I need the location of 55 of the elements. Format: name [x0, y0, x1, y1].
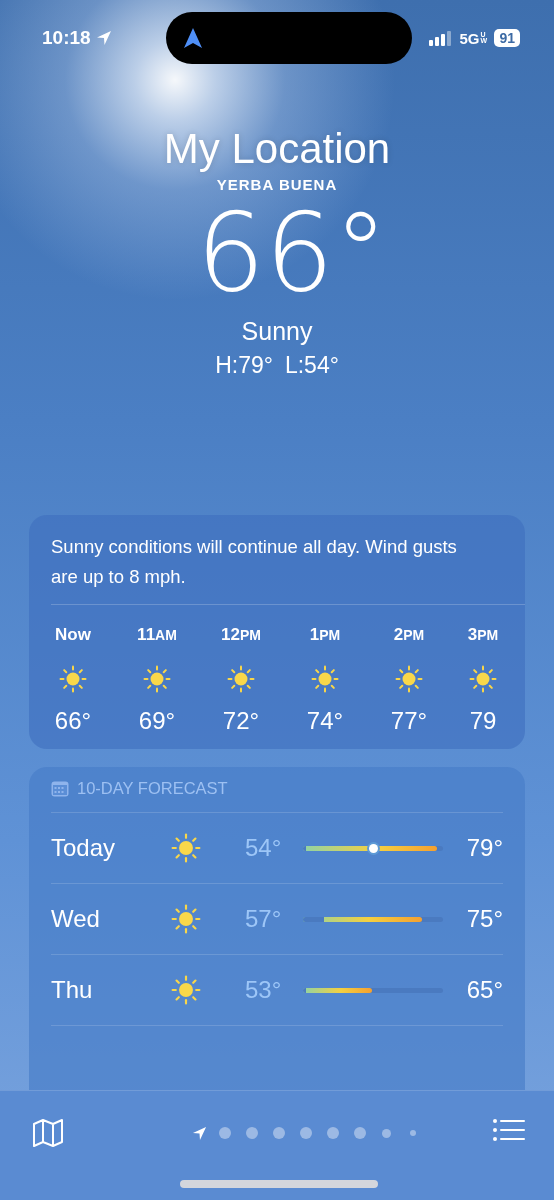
day-label: Wed [51, 905, 101, 933]
list-icon[interactable] [493, 1118, 525, 1142]
location-page-icon[interactable] [191, 1125, 207, 1141]
location-title: My Location [163, 124, 391, 174]
day-label: Today [51, 834, 117, 862]
calendar-icon [51, 780, 69, 797]
high-temperature: H:79° [215, 352, 273, 379]
hour-label: 11AM [137, 625, 177, 646]
location-arrow-icon [95, 30, 112, 46]
page-dot[interactable] [353, 1127, 366, 1139]
hour-temperature: 69° [138, 707, 176, 735]
low-temperature: 57° [245, 905, 283, 933]
page-dot[interactable] [245, 1127, 258, 1139]
forecast-summary: Sunny conditions will continue all day. Wind gusts are up to 8 mph. [51, 532, 525, 605]
sun-icon [227, 665, 255, 693]
hour-label: 2PM [393, 625, 425, 646]
hour-temperature: 79 [469, 707, 497, 735]
page-dot[interactable] [299, 1127, 312, 1139]
hour-label: 3PM [467, 625, 499, 646]
day-label: Thu [51, 976, 94, 1004]
low-temperature: 54° [245, 834, 283, 862]
status-time: 10:18 [42, 27, 91, 49]
sun-icon [171, 833, 201, 863]
low-temperature: L:54° [284, 352, 339, 379]
forecast-heading: 10-DAY FORECAST [77, 779, 228, 798]
page-dot[interactable] [381, 1128, 391, 1138]
place-name: YERBA BUENA [216, 176, 338, 193]
sun-icon [171, 904, 201, 934]
page-dot[interactable] [218, 1127, 231, 1139]
current-temperature: 66° [196, 193, 388, 313]
sun-icon [469, 665, 497, 693]
sun-icon [143, 665, 171, 693]
high-temperature: 75° [466, 905, 503, 933]
battery-level: 91 [494, 29, 520, 47]
sun-icon [311, 665, 339, 693]
sun-icon [171, 975, 201, 1005]
hour-temperature: 77° [390, 707, 428, 735]
hour-label: 1PM [309, 625, 341, 646]
page-dot[interactable] [326, 1127, 339, 1139]
hour-label: 12PM [221, 625, 261, 646]
hour-temperature: 66° [54, 707, 92, 735]
sun-icon [395, 665, 423, 693]
low-temperature: 53° [245, 976, 283, 1004]
sun-icon [59, 665, 87, 693]
navigation-arrow-icon [183, 28, 202, 48]
signal-icon [429, 30, 454, 46]
high-temperature: 79° [466, 834, 503, 862]
page-dot[interactable] [272, 1127, 285, 1139]
map-icon[interactable] [32, 1118, 64, 1148]
hour-label: Now [55, 625, 91, 646]
hour-temperature: 72° [222, 707, 260, 735]
high-temperature: 65° [466, 976, 503, 1004]
page-dot[interactable] [409, 1130, 416, 1136]
hour-temperature: 74° [306, 707, 344, 735]
condition-label: Sunny [241, 317, 313, 346]
